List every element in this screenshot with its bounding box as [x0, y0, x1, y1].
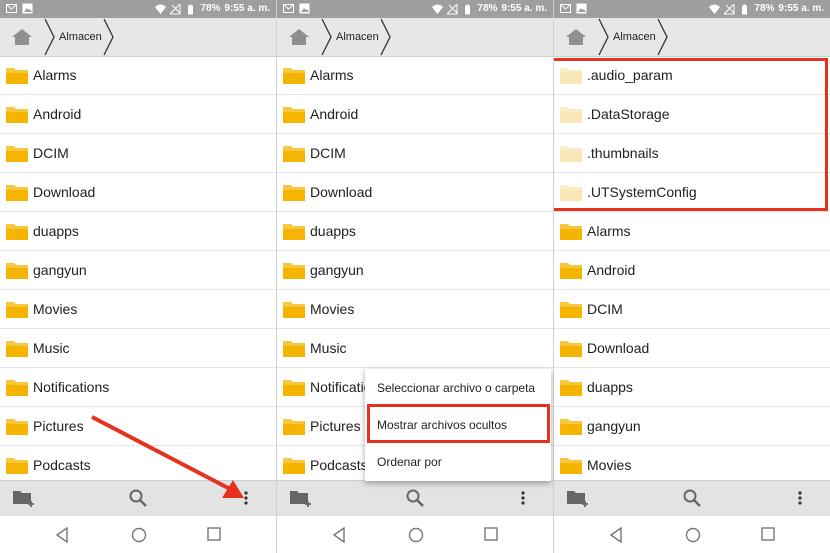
new-folder-icon[interactable]	[566, 488, 590, 508]
folder-name: Music	[310, 340, 347, 356]
wifi-icon	[432, 4, 444, 14]
breadcrumb-chevron-icon	[380, 18, 391, 56]
system-nav-bar	[554, 516, 830, 553]
folder-name: Alarms	[587, 223, 631, 239]
clock: 9:55 a. m.	[501, 3, 547, 14]
folder-name: Alarms	[310, 67, 354, 83]
image-icon	[576, 3, 587, 14]
breadcrumb-item-storage[interactable]: Almacen	[613, 31, 659, 43]
folder-name: Movies	[310, 301, 355, 317]
nav-home-icon[interactable]	[685, 527, 701, 543]
folder-name: Android	[310, 106, 359, 122]
search-icon[interactable]	[405, 488, 425, 508]
image-icon	[299, 3, 310, 14]
nav-back-icon[interactable]	[609, 527, 623, 543]
arrow-annotation	[91, 415, 244, 498]
nav-back-icon[interactable]	[332, 527, 346, 543]
no-signal-icon	[724, 3, 735, 14]
folder-icon	[283, 458, 305, 474]
folder-icon	[560, 458, 582, 474]
folder-name: DCIM	[587, 301, 623, 317]
highlight-box-menu	[367, 404, 550, 443]
battery-icon	[465, 4, 471, 14]
folder-icon	[283, 302, 305, 318]
folder-name: Download	[587, 340, 650, 356]
folder-row[interactable]: Music	[277, 329, 553, 368]
folder-row[interactable]: DCIM	[277, 134, 553, 173]
folder-icon	[283, 68, 305, 84]
folder-name: duapps	[310, 223, 356, 239]
folder-icon	[283, 380, 305, 396]
screen-1: 78% 9:55 a. m. Almacen Alarms Android DCIM…	[0, 0, 276, 553]
menu-item-sort-by[interactable]: Ordenar por	[377, 455, 442, 469]
breadcrumb-chevron-icon	[657, 18, 668, 56]
folder-name: Android	[587, 262, 636, 278]
folder-name: gangyun	[587, 418, 641, 434]
folder-row[interactable]: Android	[554, 251, 830, 290]
folder-row[interactable]: Alarms	[554, 212, 830, 251]
breadcrumb: Almacen	[277, 18, 553, 57]
gmail-icon	[283, 4, 294, 13]
screen-3: 78% 9:55 a. m. Almacen .audio_param .Data…	[554, 0, 830, 553]
search-icon[interactable]	[682, 488, 702, 508]
folder-row[interactable]: Download	[554, 329, 830, 368]
breadcrumb: Almacen	[554, 18, 830, 57]
folder-row[interactable]: Download	[277, 173, 553, 212]
folder-icon	[283, 419, 305, 435]
breadcrumb-chevron-icon	[321, 18, 332, 56]
folder-row[interactable]: Movies	[554, 446, 830, 480]
home-icon[interactable]	[287, 27, 311, 47]
menu-item-select[interactable]: Seleccionar archivo o carpeta	[377, 381, 535, 395]
folder-row[interactable]: DCIM	[554, 290, 830, 329]
folder-icon	[283, 341, 305, 357]
folder-name: Pictures	[310, 418, 361, 434]
battery-level: 78%	[477, 3, 498, 14]
battery-icon	[742, 4, 748, 14]
folder-name: Download	[310, 184, 373, 200]
nav-recents-icon[interactable]	[761, 527, 775, 541]
home-icon[interactable]	[564, 27, 588, 47]
folder-name: Podcasts	[310, 457, 368, 473]
folder-name: DCIM	[310, 145, 346, 161]
breadcrumb-chevron-icon	[598, 18, 609, 56]
system-nav-bar	[277, 516, 553, 553]
bottom-toolbar	[277, 480, 553, 516]
folder-row[interactable]: Movies	[277, 290, 553, 329]
folder-icon	[283, 146, 305, 162]
status-bar: 78% 9:55 a. m.	[554, 0, 830, 18]
folder-row[interactable]: duapps	[554, 368, 830, 407]
folder-icon	[560, 263, 582, 279]
folder-icon	[560, 302, 582, 318]
nav-home-icon[interactable]	[408, 527, 424, 543]
gmail-icon	[560, 4, 571, 13]
folder-row[interactable]: Android	[277, 95, 553, 134]
folder-name: duapps	[587, 379, 633, 395]
folder-row[interactable]: duapps	[277, 212, 553, 251]
new-folder-icon[interactable]	[289, 488, 313, 508]
folder-icon	[283, 224, 305, 240]
more-vert-icon[interactable]	[520, 489, 526, 507]
folder-row[interactable]: gangyun	[554, 407, 830, 446]
highlight-box-hidden-folders	[554, 58, 828, 211]
bottom-toolbar	[554, 480, 830, 516]
nav-recents-icon[interactable]	[484, 527, 498, 541]
status-bar: 78% 9:55 a. m.	[277, 0, 553, 18]
clock: 9:55 a. m.	[778, 3, 824, 14]
breadcrumb-item-storage[interactable]: Almacen	[336, 31, 382, 43]
folder-row[interactable]: Alarms	[277, 56, 553, 95]
battery-level: 78%	[754, 3, 775, 14]
more-vert-icon[interactable]	[797, 489, 803, 507]
folder-icon	[560, 224, 582, 240]
folder-row[interactable]: gangyun	[277, 251, 553, 290]
wifi-icon	[709, 4, 721, 14]
folder-name: Movies	[587, 457, 632, 473]
no-signal-icon	[447, 3, 458, 14]
folder-icon	[283, 185, 305, 201]
folder-icon	[283, 263, 305, 279]
folder-icon	[560, 380, 582, 396]
folder-icon	[283, 107, 305, 123]
folder-icon	[560, 341, 582, 357]
folder-name: gangyun	[310, 262, 364, 278]
folder-icon	[560, 419, 582, 435]
